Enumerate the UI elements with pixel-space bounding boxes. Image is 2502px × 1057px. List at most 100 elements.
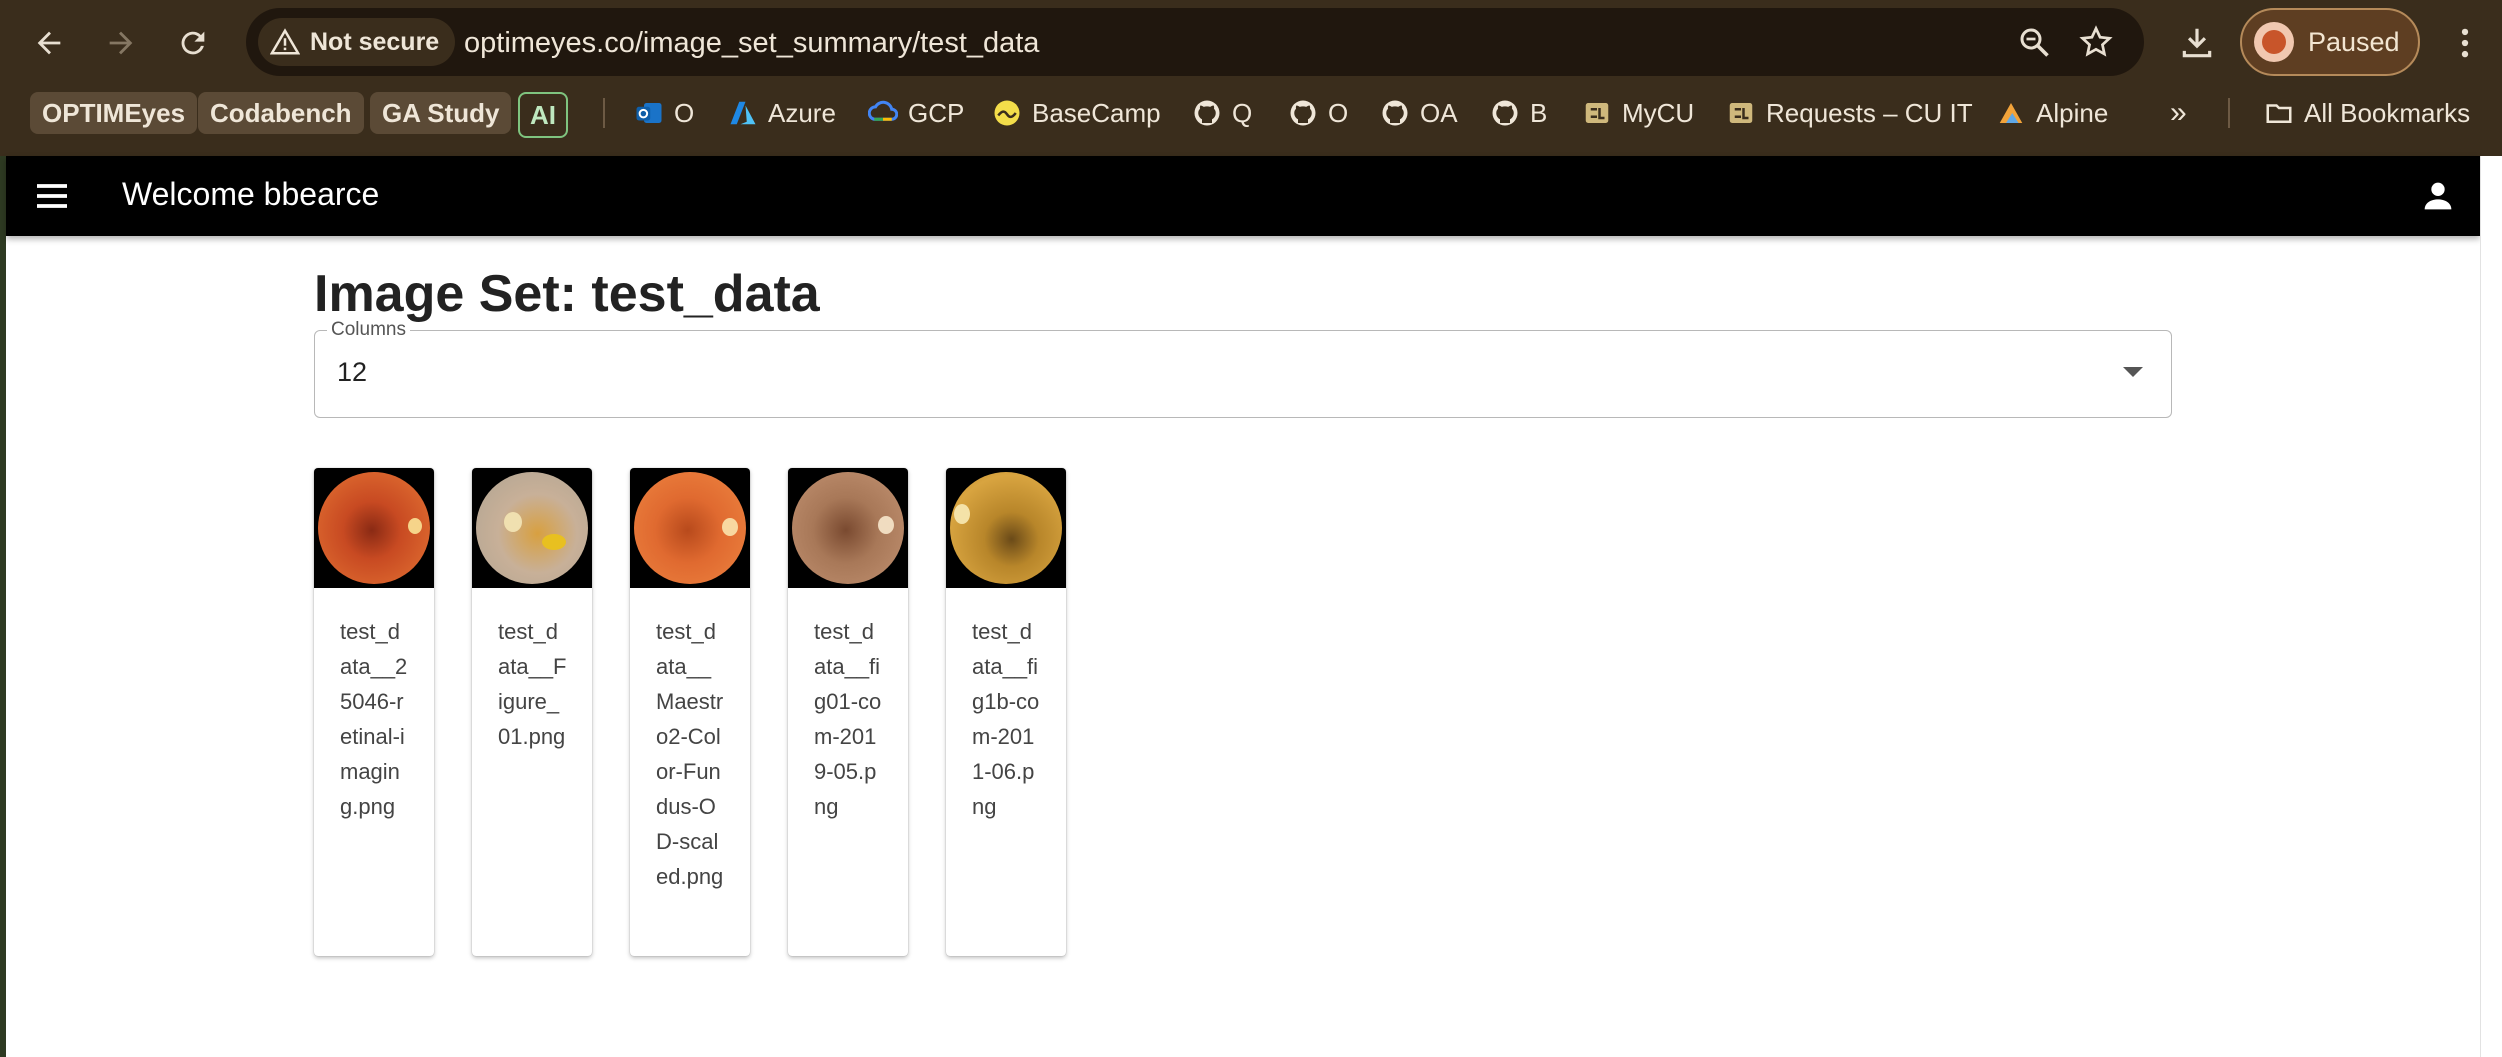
bookmark-azure[interactable]: Azure [728,92,836,134]
lesion-spot [542,534,566,550]
profile-button[interactable]: Paused [2240,8,2420,76]
optic-disc [878,516,894,534]
image-card[interactable]: test_data__fig1b-com-2011-06.png [946,468,1066,956]
bookmark-separator [2228,98,2230,128]
bookmark-label: Requests – CU IT [1766,97,1973,128]
github-icon [1290,100,1316,126]
cu-icon [1585,103,1609,123]
bookmark-outlook[interactable]: O [634,92,694,134]
forward-arrow-icon [109,31,133,55]
page-title: Image Set: test_data [314,265,820,323]
image-caption: test_data__fig1b-com-2011-06.png [972,619,1040,819]
image-thumbnail [946,468,1066,588]
azure-icon [730,101,756,125]
download-icon[interactable] [2176,22,2218,64]
bookmark-ai[interactable]: AI [518,92,568,138]
gcp-icon [868,100,898,121]
cu-icon [1729,103,1753,123]
bookmark-alpine[interactable]: Alpine [1996,92,2108,134]
more-menu-icon[interactable] [2444,22,2486,64]
bookmarks-bar: OPTIMEyes Codabench GA Study AI O Azure … [0,92,2502,140]
web-page: Welcome bbearce Image Set: test_data Col… [6,156,2480,1057]
bookmark-label: Q [1232,97,1253,128]
bookmark-label: O [674,97,695,128]
fundus-image [950,472,1062,584]
image-card[interactable]: test_data__25046-retinal-imaging.png [314,468,434,956]
url-text[interactable]: optimeyes.co/image_set_summary/test_data [464,27,1039,60]
optic-disc [954,504,970,524]
bookmark-label: O [1328,97,1349,128]
image-card[interactable]: test_data__fig01-com-2019-05.png [788,468,908,956]
bookmark-label: Azure [768,97,836,128]
warning-icon [270,28,300,55]
bookmark-github-b[interactable]: B [1490,92,1547,134]
bookmark-label: OA [1420,97,1458,128]
bookmark-ga-study[interactable]: GA Study [370,92,512,134]
bookmark-gcp[interactable]: GCP [868,92,964,134]
avatar [2254,22,2294,62]
github-icon [1382,100,1408,126]
image-card[interactable]: test_data__Maestro2-Color-Fundus-OD-scal… [630,468,750,956]
bookmark-label: AI [530,99,556,130]
bookmarks-overflow-button[interactable]: » [2170,92,2187,134]
bookmark-label: All Bookmarks [2304,97,2471,128]
account-icon[interactable] [2418,176,2458,216]
image-card[interactable]: test_data__Figure_01.png [472,468,592,956]
optic-disc [408,518,422,534]
columns-select-label: Columns [327,319,410,341]
bookmark-requests-cu-it[interactable]: Requests – CU IT [1726,92,1973,134]
image-caption: test_data__fig01-com-2019-05.png [814,619,882,819]
bookmark-basecamp[interactable]: BaseCamp [992,92,1161,134]
optic-disc [504,512,522,532]
columns-select-value: 12 [337,357,368,387]
bookmark-label: GA Study [382,97,500,128]
bookmark-label: BaseCamp [1032,97,1161,128]
image-thumbnail [472,468,592,588]
bookmark-label: MyCU [1622,97,1695,128]
folder-icon [2266,104,2292,123]
forward-button[interactable] [96,18,146,68]
bookmark-github-q[interactable]: Q [1192,92,1252,134]
all-bookmarks-button[interactable]: All Bookmarks [2264,92,2470,134]
bookmark-optimeyes[interactable]: OPTIMEyes [30,92,198,134]
basecamp-icon [994,100,1020,126]
back-arrow-icon [37,31,61,55]
optic-disc [722,518,738,536]
image-caption: test_data__Figure_01.png [498,619,567,749]
bookmark-label: GCP [908,97,965,128]
columns-select[interactable]: Columns 12 [314,319,2172,418]
security-label: Not secure [310,27,440,56]
bookmark-github-o[interactable]: O [1288,92,1348,134]
bookmark-mycu[interactable]: MyCU [1582,92,1694,134]
alpine-icon [1999,103,2023,123]
dropdown-arrow-icon [2123,367,2143,377]
image-caption: test_data__Maestro2-Color-Fundus-OD-scal… [656,619,724,889]
welcome-text: Welcome bbearce [122,176,380,212]
image-caption: test_data__25046-retinal-imaging.png [340,619,408,819]
overflow-chevron-icon: » [2170,96,2187,129]
address-bar[interactable]: Not secure optimeyes.co/image_set_summar… [246,8,2144,76]
bookmark-label: Codabench [210,97,352,128]
image-thumbnail [788,468,908,588]
back-button[interactable] [24,18,74,68]
profile-label: Paused [2308,26,2400,57]
security-chip[interactable]: Not secure [258,18,456,66]
image-thumbnail [630,468,750,588]
bookmark-label: B [1530,97,1548,128]
image-thumbnail [314,468,434,588]
bookmark-star-icon[interactable] [2078,24,2114,60]
outlook-icon [636,103,662,123]
reload-button[interactable] [168,18,218,68]
page-scrollbar[interactable] [2480,156,2502,1057]
bookmark-github-oa[interactable]: OA [1380,92,1458,134]
reload-icon [181,31,205,55]
bookmark-codabench[interactable]: Codabench [198,92,364,134]
bookmark-label: Alpine [2036,97,2109,128]
hamburger-menu-icon[interactable] [30,176,74,216]
bookmark-label: OPTIMEyes [42,97,186,128]
github-icon [1194,100,1220,126]
zoom-icon[interactable] [2016,24,2052,60]
bookmark-separator [603,98,605,128]
fundus-image [476,472,588,584]
github-icon [1492,100,1518,126]
